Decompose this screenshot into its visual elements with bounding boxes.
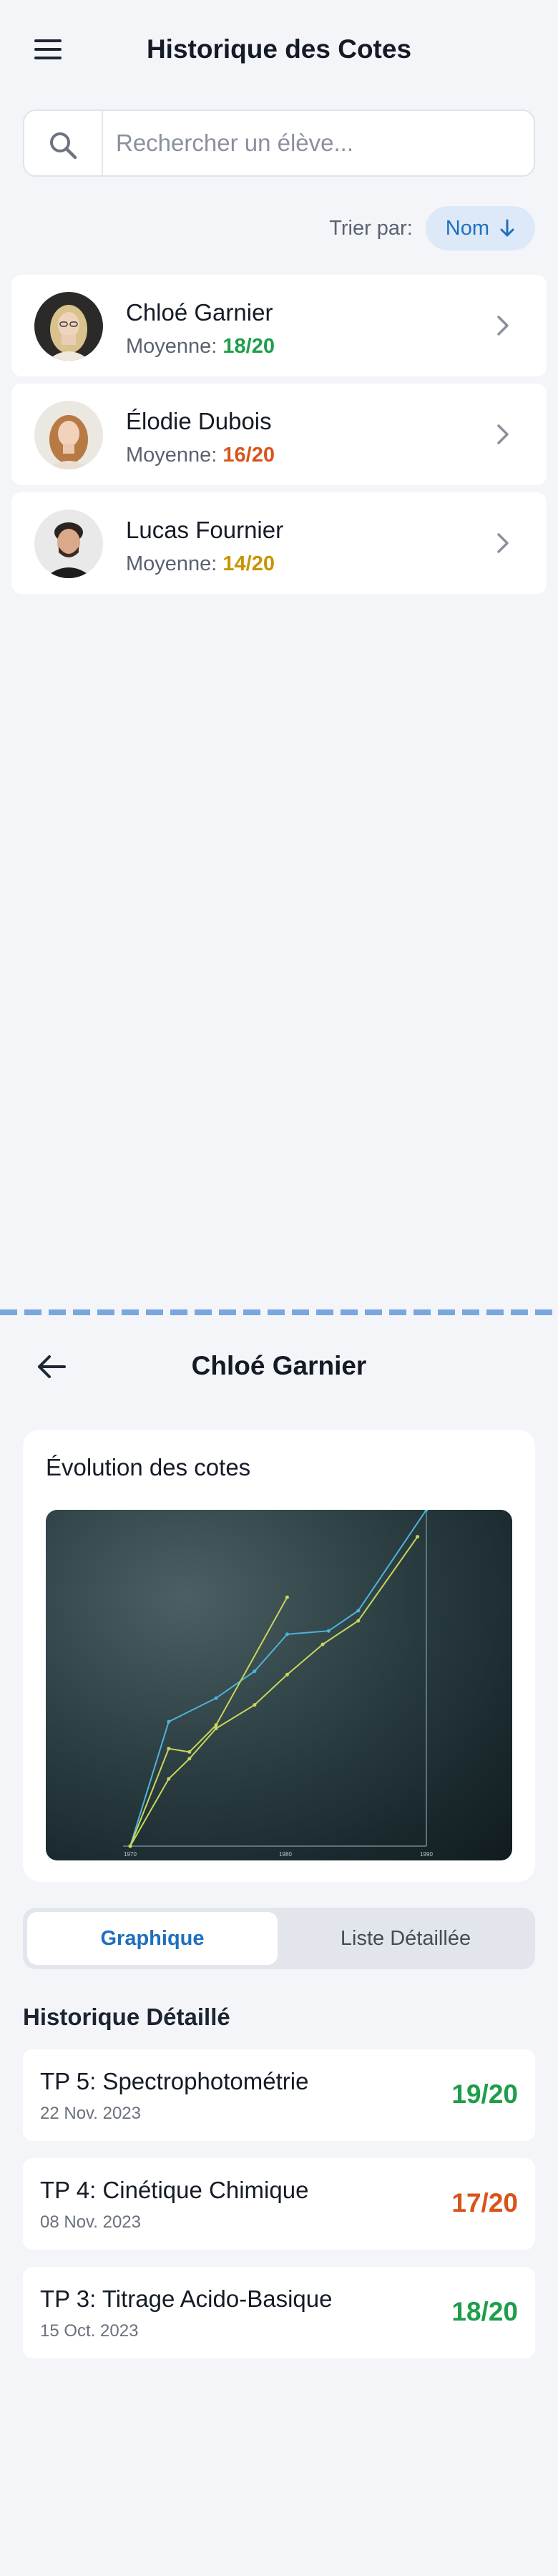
tab-detailed-list[interactable]: Liste Détaillée xyxy=(280,1912,531,1965)
search-bar xyxy=(23,109,535,177)
history-entry[interactable]: TP 5: Spectrophotométrie 22 Nov. 2023 19… xyxy=(23,2049,535,2141)
data-point xyxy=(167,1747,171,1751)
average-label: Moyenne: xyxy=(126,444,217,467)
grade-chart-card: Évolution des cotes 1970 1980 1990 xyxy=(23,1430,535,1882)
student-average: Moyenne: 14/20 xyxy=(126,552,275,576)
x-tick-label: 1990 xyxy=(420,1851,433,1858)
entry-grade: 18/20 xyxy=(451,2297,518,2326)
chevron-right-icon xyxy=(497,533,509,553)
entry-date: 15 Oct. 2023 xyxy=(40,2321,139,2341)
data-point xyxy=(128,1844,132,1848)
data-point xyxy=(356,1619,361,1623)
student-average: Moyenne: 16/20 xyxy=(126,444,275,467)
data-point xyxy=(253,1669,257,1674)
average-value: 16/20 xyxy=(222,444,275,467)
data-point xyxy=(320,1642,325,1646)
data-point xyxy=(214,1696,218,1700)
entry-date: 08 Nov. 2023 xyxy=(40,2212,141,2232)
data-point xyxy=(285,1672,289,1677)
data-point xyxy=(253,1703,257,1707)
entry-date: 22 Nov. 2023 xyxy=(40,2104,141,2123)
data-point xyxy=(167,1777,171,1781)
student-average: Moyenne: 18/20 xyxy=(126,335,275,358)
sort-value: Nom xyxy=(445,216,489,240)
data-point xyxy=(187,1757,192,1761)
data-point xyxy=(285,1632,289,1636)
student-name: Lucas Fournier xyxy=(126,517,284,543)
student-name: Chloé Garnier xyxy=(126,299,273,326)
average-value: 14/20 xyxy=(222,552,275,575)
history-section-title: Historique Détaillé xyxy=(23,2004,230,2030)
search-icon[interactable] xyxy=(47,130,79,161)
student-card-elodie[interactable]: Élodie Dubois Moyenne: 16/20 xyxy=(11,384,547,485)
chart-area: 1970 1980 1990 xyxy=(46,1510,512,1860)
page-title: Historique des Cotes xyxy=(146,34,412,64)
student-card-chloe[interactable]: Chloé Garnier Moyenne: 18/20 xyxy=(11,275,547,376)
x-tick-label: 1980 xyxy=(279,1851,292,1858)
grade-line-chart: 1970 1980 1990 xyxy=(123,1510,433,1858)
data-point xyxy=(187,1750,192,1754)
entry-grade: 17/20 xyxy=(451,2188,518,2218)
entry-name: TP 5: Spectrophotométrie xyxy=(40,2068,309,2094)
data-point xyxy=(214,1723,218,1727)
history-entry[interactable]: TP 4: Cinétique Chimique 08 Nov. 2023 17… xyxy=(23,2158,535,2250)
screen-divider xyxy=(0,1309,558,1315)
entry-name: TP 3: Titrage Acido-Basique xyxy=(40,2285,333,2312)
student-name: Élodie Dubois xyxy=(126,408,272,434)
x-tick-label: 1970 xyxy=(124,1851,137,1858)
chevron-right-icon xyxy=(497,424,509,444)
average-label: Moyenne: xyxy=(126,552,217,575)
avatar xyxy=(34,292,103,361)
student-detail-screen: Chloé Garnier Évolution des cotes 1970 19… xyxy=(0,1315,558,2576)
series-line-2 xyxy=(129,1596,288,1847)
data-point xyxy=(356,1609,361,1613)
chevron-right-icon xyxy=(497,316,509,336)
view-toggle: Graphique Liste Détaillée xyxy=(23,1908,535,1969)
search-divider xyxy=(102,111,103,175)
history-entry[interactable]: TP 3: Titrage Acido-Basique 15 Oct. 2023… xyxy=(23,2267,535,2358)
search-input[interactable] xyxy=(116,121,517,165)
avatar xyxy=(34,401,103,469)
average-value: 18/20 xyxy=(222,335,275,358)
series-line-1 xyxy=(129,1536,418,1847)
student-card-lucas[interactable]: Lucas Fournier Moyenne: 14/20 xyxy=(11,492,547,594)
top-app-bar: Historique des Cotes xyxy=(0,0,558,100)
data-point xyxy=(326,1629,331,1633)
chart-title: Évolution des cotes xyxy=(46,1454,251,1480)
student-list-screen: Historique des Cotes Trier par: Nom xyxy=(0,0,558,1309)
entry-name: TP 4: Cinétique Chimique xyxy=(40,2177,309,2203)
entry-grade: 19/20 xyxy=(451,2079,518,2109)
sort-button[interactable]: Nom xyxy=(425,206,535,250)
arrow-down-icon xyxy=(500,219,514,237)
sort-label: Trier par: xyxy=(329,216,413,240)
page-title: Chloé Garnier xyxy=(191,1351,367,1380)
average-label: Moyenne: xyxy=(126,335,217,358)
tab-graph[interactable]: Graphique xyxy=(27,1912,278,1965)
data-point xyxy=(416,1535,420,1539)
series-line-0 xyxy=(129,1510,427,1847)
data-point xyxy=(285,1595,289,1599)
sort-row: Trier par: Nom xyxy=(329,206,535,250)
data-point xyxy=(167,1719,171,1724)
avatar xyxy=(34,509,103,578)
